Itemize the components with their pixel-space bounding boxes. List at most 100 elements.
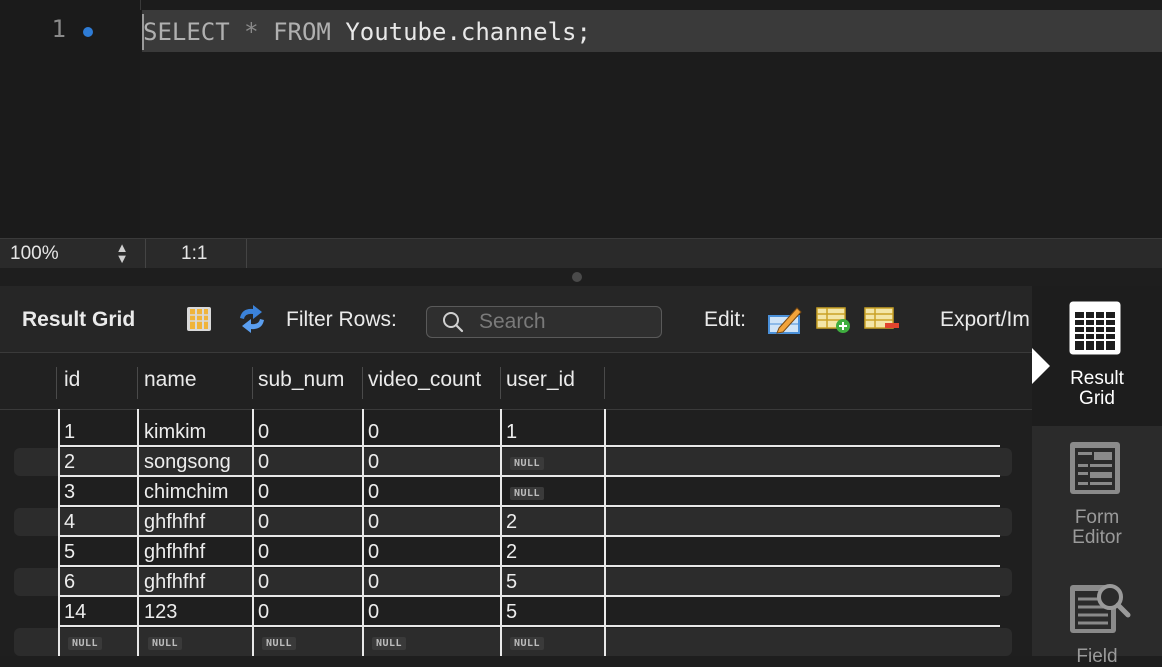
cell-name[interactable]: ghfhfhf xyxy=(144,571,205,594)
cell-user-id[interactable]: 1 xyxy=(506,421,517,444)
export-import-label[interactable]: Export/Im xyxy=(940,308,1030,332)
cell-user-id[interactable]: 2 xyxy=(506,541,517,564)
search-placeholder: Search xyxy=(479,310,546,333)
toggle-columns-icon[interactable] xyxy=(186,306,212,332)
column-divider xyxy=(252,409,254,656)
row-divider xyxy=(58,595,1000,597)
header-separator xyxy=(56,367,57,399)
cell-name[interactable]: chimchim xyxy=(144,481,228,504)
cell-sub-num[interactable]: 0 xyxy=(258,511,269,534)
cell-user-id[interactable]: 5 xyxy=(506,601,517,624)
column-header-sub-num[interactable]: sub_num xyxy=(258,368,344,392)
cell-video-count[interactable]: 0 xyxy=(368,571,379,594)
cell-name[interactable]: ghfhfhf xyxy=(144,541,205,564)
cell-name[interactable]: ghfhfhf xyxy=(144,511,205,534)
zoom-level: 100% xyxy=(10,243,59,264)
line-number: 1 xyxy=(51,15,66,43)
text-caret xyxy=(142,14,144,50)
view-switcher-panel: Result Grid Form Editor Field xyxy=(1032,286,1162,667)
cell-sub-num[interactable]: 0 xyxy=(258,601,269,624)
cell-id[interactable]: 2 xyxy=(64,451,75,474)
result-toolbar: Result Grid Filter Rows: Search Edit: Ex… xyxy=(0,286,1032,353)
result-grid: id name sub_num video_count user_id 1 kim… xyxy=(0,353,1032,656)
result-grid-icon xyxy=(1069,301,1121,355)
cell-id[interactable]: 1 xyxy=(64,421,75,444)
cell-sub-num[interactable]: 0 xyxy=(258,541,269,564)
column-header-id[interactable]: id xyxy=(64,368,80,392)
status-divider xyxy=(145,239,146,269)
row-divider xyxy=(58,505,1000,507)
line-gutter xyxy=(0,0,140,238)
cell-name[interactable]: kimkim xyxy=(144,421,206,444)
cell-id[interactable]: 5 xyxy=(64,541,75,564)
form-editor-view-label-1: Form xyxy=(1074,507,1120,528)
cursor-position: 1:1 xyxy=(181,243,208,264)
edit-label: Edit: xyxy=(704,308,747,331)
null-cell-video-count[interactable]: NULL xyxy=(372,637,407,650)
search-icon xyxy=(443,312,464,333)
null-cell-id[interactable]: NULL xyxy=(68,637,103,650)
row-divider xyxy=(58,475,1000,477)
refresh-icon[interactable] xyxy=(235,304,269,334)
field-types-icon xyxy=(1070,584,1131,633)
column-divider xyxy=(58,409,60,656)
column-divider xyxy=(604,409,606,656)
splitter-handle-icon[interactable] xyxy=(572,272,582,282)
operator-star: * xyxy=(244,18,259,46)
null-cell-user-id[interactable]: NULL xyxy=(510,487,545,500)
gutter-separator xyxy=(140,0,141,10)
header-separator xyxy=(137,367,138,399)
column-divider xyxy=(500,409,502,656)
cell-id[interactable]: 3 xyxy=(64,481,75,504)
cell-id[interactable]: 4 xyxy=(64,511,75,534)
cell-user-id[interactable]: 5 xyxy=(506,571,517,594)
edit-cell-icon[interactable] xyxy=(767,302,803,336)
cell-name[interactable]: songsong xyxy=(144,451,231,474)
column-header-name[interactable]: name xyxy=(144,368,197,392)
cell-video-count[interactable]: 0 xyxy=(368,601,379,624)
null-cell-user-id[interactable]: NULL xyxy=(510,637,545,650)
sql-editor[interactable]: 1 SELECT * FROM Youtube.channels; xyxy=(0,0,1162,238)
status-divider xyxy=(246,239,247,269)
filter-search-input[interactable]: Search xyxy=(426,306,662,338)
header-separator xyxy=(252,367,253,399)
cell-name[interactable]: 123 xyxy=(144,601,177,624)
keyword-select: SELECT xyxy=(143,18,230,46)
column-header-video-count[interactable]: video_count xyxy=(368,368,481,392)
cell-video-count[interactable]: 0 xyxy=(368,481,379,504)
header-separator xyxy=(500,367,501,399)
null-cell-sub-num[interactable]: NULL xyxy=(262,637,297,650)
cell-id[interactable]: 6 xyxy=(64,571,75,594)
statement-marker-icon[interactable] xyxy=(83,27,93,37)
cell-video-count[interactable]: 0 xyxy=(368,421,379,444)
cell-sub-num[interactable]: 0 xyxy=(258,571,269,594)
cell-user-id[interactable]: 2 xyxy=(506,511,517,534)
result-grid-view-button[interactable]: Result Grid xyxy=(1032,286,1162,426)
delete-row-icon[interactable] xyxy=(863,306,901,334)
row-divider xyxy=(58,625,1000,627)
cell-sub-num[interactable]: 0 xyxy=(258,481,269,504)
null-cell-user-id[interactable]: NULL xyxy=(510,457,545,470)
column-divider xyxy=(137,409,139,656)
editor-top-strip xyxy=(0,0,1162,10)
form-editor-view-label-2: Editor xyxy=(1072,527,1122,548)
null-cell-name[interactable]: NULL xyxy=(148,637,183,650)
column-header-user-id[interactable]: user_id xyxy=(506,368,575,392)
cell-sub-num[interactable]: 0 xyxy=(258,421,269,444)
zoom-stepper-icon[interactable]: ▲ ▼ xyxy=(113,241,131,266)
row-divider xyxy=(58,565,1000,567)
cell-sub-num[interactable]: 0 xyxy=(258,451,269,474)
cell-video-count[interactable]: 0 xyxy=(368,541,379,564)
row-divider xyxy=(58,535,1000,537)
grid-header: id name sub_num video_count user_id xyxy=(0,353,1032,410)
header-separator xyxy=(604,367,605,399)
cell-id[interactable]: 14 xyxy=(64,601,86,624)
cell-video-count[interactable]: 0 xyxy=(368,451,379,474)
result-grid-title: Result Grid xyxy=(22,308,136,331)
cell-video-count[interactable]: 0 xyxy=(368,511,379,534)
editor-status-bar: 100% ▲ ▼ 1:1 xyxy=(0,238,1162,269)
form-editor-icon xyxy=(1070,442,1120,494)
result-grid-view-label-2: Grid xyxy=(1079,388,1115,409)
add-row-icon[interactable] xyxy=(815,306,851,334)
sql-code-line[interactable]: SELECT * FROM Youtube.channels; xyxy=(143,15,591,49)
